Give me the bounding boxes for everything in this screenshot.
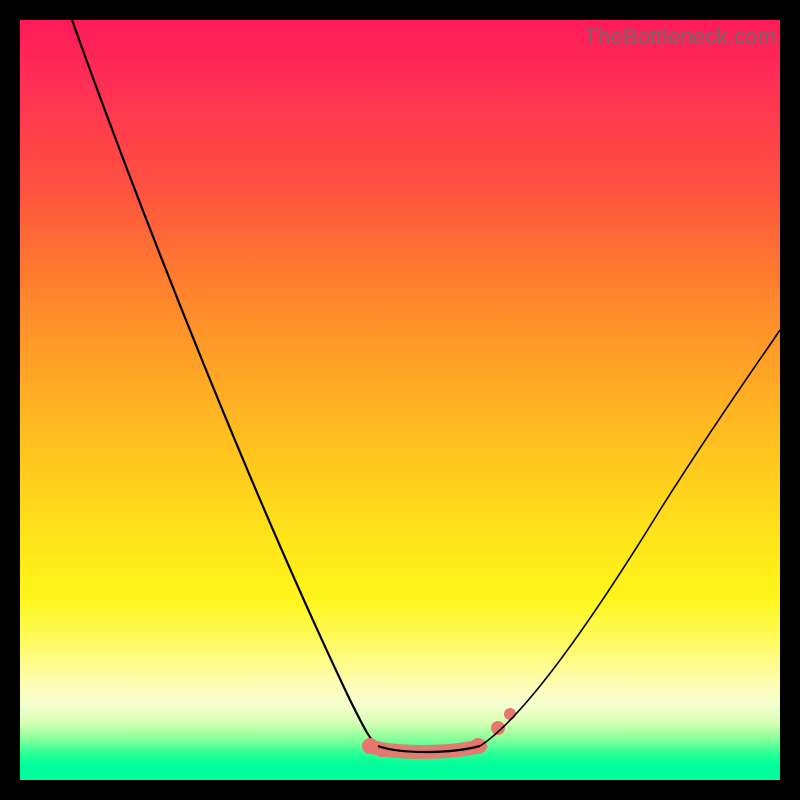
optimal-band-dot xyxy=(504,708,516,720)
optimal-band-dot xyxy=(375,743,389,757)
curve-right-limb xyxy=(480,330,780,746)
chart-frame: TheBottleneck.com xyxy=(0,0,800,800)
chart-overlay xyxy=(20,20,780,780)
curve-left-limb xyxy=(72,20,378,746)
